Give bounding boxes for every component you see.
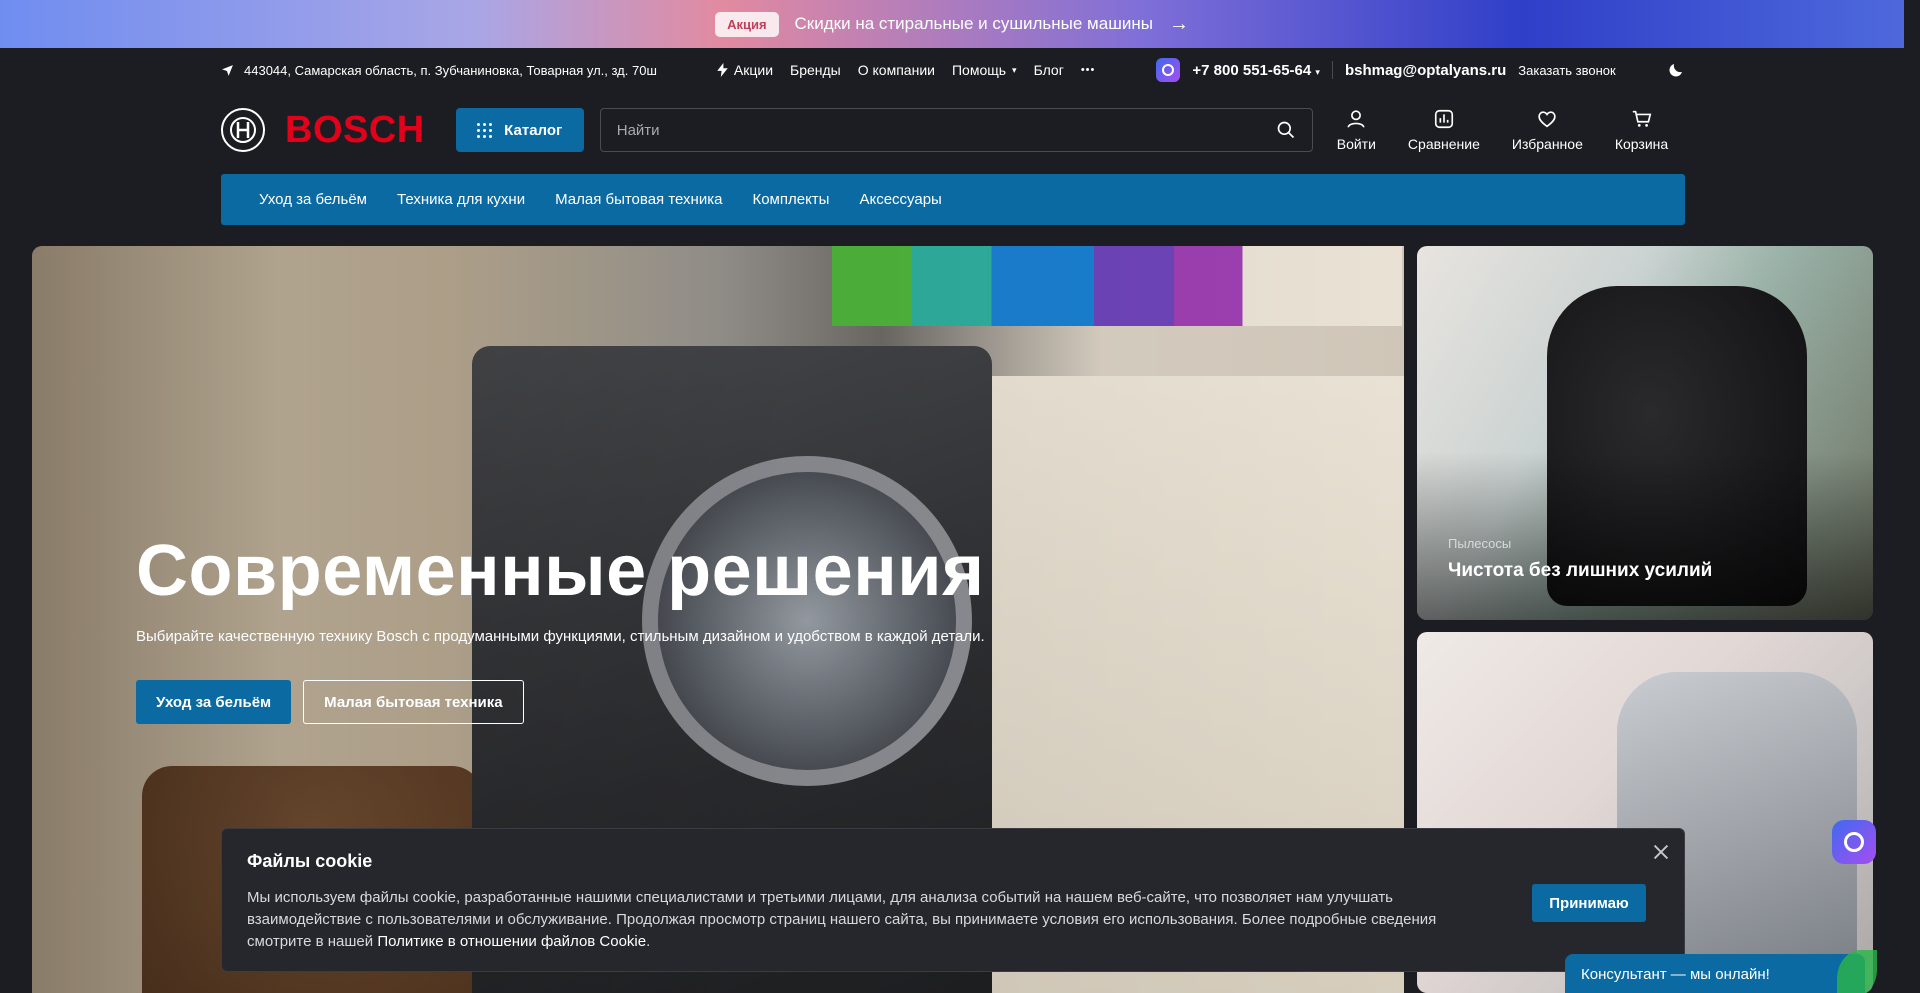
chat-widget-icon[interactable] bbox=[1832, 820, 1876, 864]
cookie-policy-link[interactable]: Политике в отношении файлов Cookie bbox=[377, 933, 646, 950]
link-promotions[interactable]: Акции bbox=[717, 62, 773, 78]
email-link[interactable]: bshmag@optalyans.ru bbox=[1345, 62, 1506, 79]
promo-card-vacuums[interactable]: Пылесосы Чистота без лишних усилий bbox=[1417, 246, 1873, 620]
heart-icon bbox=[1538, 111, 1557, 128]
compare-icon bbox=[1434, 109, 1453, 129]
close-icon[interactable] bbox=[1650, 841, 1672, 863]
phone-number[interactable]: +7 800 551-65-64 ▾ bbox=[1192, 62, 1320, 79]
consultant-widget[interactable]: Консультант — мы онлайн! bbox=[1565, 950, 1877, 993]
divider bbox=[1331, 61, 1333, 79]
link-about[interactable]: О компании bbox=[858, 62, 935, 78]
nav-item-kitchen[interactable]: Техника для кухни bbox=[397, 191, 525, 208]
brand-logo[interactable]: BOSCH bbox=[285, 109, 425, 152]
favorites-label: Избранное bbox=[1511, 136, 1583, 152]
link-blog[interactable]: Блог bbox=[1034, 62, 1064, 78]
hero-laundry-button[interactable]: Уход за бельём bbox=[136, 680, 292, 724]
header-actions: Войти Сравнение Избранное Корзина bbox=[1337, 108, 1668, 152]
hero-subtitle: Выбирайте качественную технику Bosch с п… bbox=[136, 628, 985, 645]
promo-banner[interactable]: Акция Скидки на стиральные и сушильные м… bbox=[0, 0, 1904, 48]
link-brands[interactable]: Бренды bbox=[790, 62, 841, 78]
phone-text: +7 800 551-65-64 bbox=[1192, 61, 1312, 79]
card-title: Чистота без лишних усилий bbox=[1448, 560, 1713, 581]
lightning-icon bbox=[717, 63, 728, 77]
search-icon[interactable] bbox=[1276, 120, 1296, 140]
search-input[interactable] bbox=[616, 121, 1276, 139]
catalog-label: Каталог bbox=[504, 121, 563, 139]
scrollbar[interactable] bbox=[1904, 0, 1920, 993]
cookie-banner: Файлы cookie Мы используем файлы cookie,… bbox=[221, 828, 1685, 972]
messenger-icon[interactable] bbox=[1156, 58, 1181, 82]
address[interactable]: 443044, Самарская область, п. Зубчанинов… bbox=[221, 63, 657, 78]
bosch-armature-icon[interactable] bbox=[221, 108, 265, 152]
user-icon bbox=[1347, 110, 1365, 128]
utility-bar: 443044, Самарская область, п. Зубчанинов… bbox=[221, 48, 1685, 92]
category-nav: Уход за бельём Техника для кухни Малая б… bbox=[221, 174, 1685, 225]
catalog-button[interactable]: Каталог bbox=[455, 108, 584, 152]
cart-label: Корзина bbox=[1614, 136, 1669, 152]
link-help[interactable]: Помощь ▾ bbox=[952, 62, 1017, 78]
more-icon[interactable]: ••• bbox=[1081, 64, 1096, 76]
moon-icon[interactable] bbox=[1667, 61, 1685, 79]
callback-link[interactable]: Заказать звонок bbox=[1518, 63, 1615, 78]
link-label: Помощь bbox=[951, 62, 1007, 78]
cart-button[interactable]: Корзина bbox=[1615, 108, 1668, 152]
promo-text[interactable]: Скидки на стиральные и сушильные машины bbox=[795, 14, 1153, 34]
hero-small-appliances-button[interactable]: Малая бытовая техника bbox=[303, 680, 524, 724]
search-box bbox=[599, 108, 1313, 152]
top-links: Акции Бренды О компании Помощь ▾ Блог ••… bbox=[717, 62, 1096, 78]
cookie-text: Мы используем файлы cookie, разработанны… bbox=[247, 887, 1487, 953]
card-category: Пылесосы bbox=[1448, 536, 1512, 551]
leaf-decoration bbox=[1837, 950, 1877, 993]
hero-buttons: Уход за бельём Малая бытовая техника bbox=[136, 680, 524, 724]
consultant-label: Консультант — мы онлайн! bbox=[1581, 965, 1770, 983]
nav-item-small-appliances[interactable]: Малая бытовая техника bbox=[555, 191, 722, 208]
address-text: 443044, Самарская область, п. Зубчанинов… bbox=[244, 62, 657, 78]
arrow-right-icon[interactable]: → bbox=[1169, 13, 1189, 36]
link-label: Акции bbox=[733, 62, 774, 78]
nav-item-bundles[interactable]: Комплекты bbox=[752, 191, 829, 208]
location-arrow-icon bbox=[222, 64, 233, 76]
accept-button[interactable]: Принимаю bbox=[1532, 884, 1646, 922]
main-header: BOSCH Каталог Войти Сравнение Избранное … bbox=[221, 106, 1685, 154]
login-button[interactable]: Войти bbox=[1337, 108, 1376, 152]
compare-button[interactable]: Сравнение bbox=[1408, 108, 1480, 152]
grid-icon bbox=[477, 122, 493, 138]
nav-item-laundry[interactable]: Уход за бельём bbox=[259, 191, 367, 208]
promo-badge: Акция bbox=[715, 11, 779, 37]
login-label: Войти bbox=[1336, 136, 1376, 152]
cookie-title: Файлы cookie bbox=[247, 851, 373, 871]
chevron-down-icon: ▾ bbox=[1315, 66, 1320, 77]
cart-icon bbox=[1632, 110, 1651, 127]
favorites-button[interactable]: Избранное bbox=[1512, 108, 1583, 152]
contacts: +7 800 551-65-64 ▾ bshmag@optalyans.ru З… bbox=[1156, 58, 1616, 82]
cookie-period: . bbox=[646, 933, 651, 950]
chevron-down-icon: ▾ bbox=[1012, 64, 1017, 75]
hero-title: Современные решения bbox=[136, 531, 985, 611]
compare-label: Сравнение bbox=[1407, 136, 1480, 152]
nav-item-accessories[interactable]: Аксессуары bbox=[859, 191, 941, 208]
